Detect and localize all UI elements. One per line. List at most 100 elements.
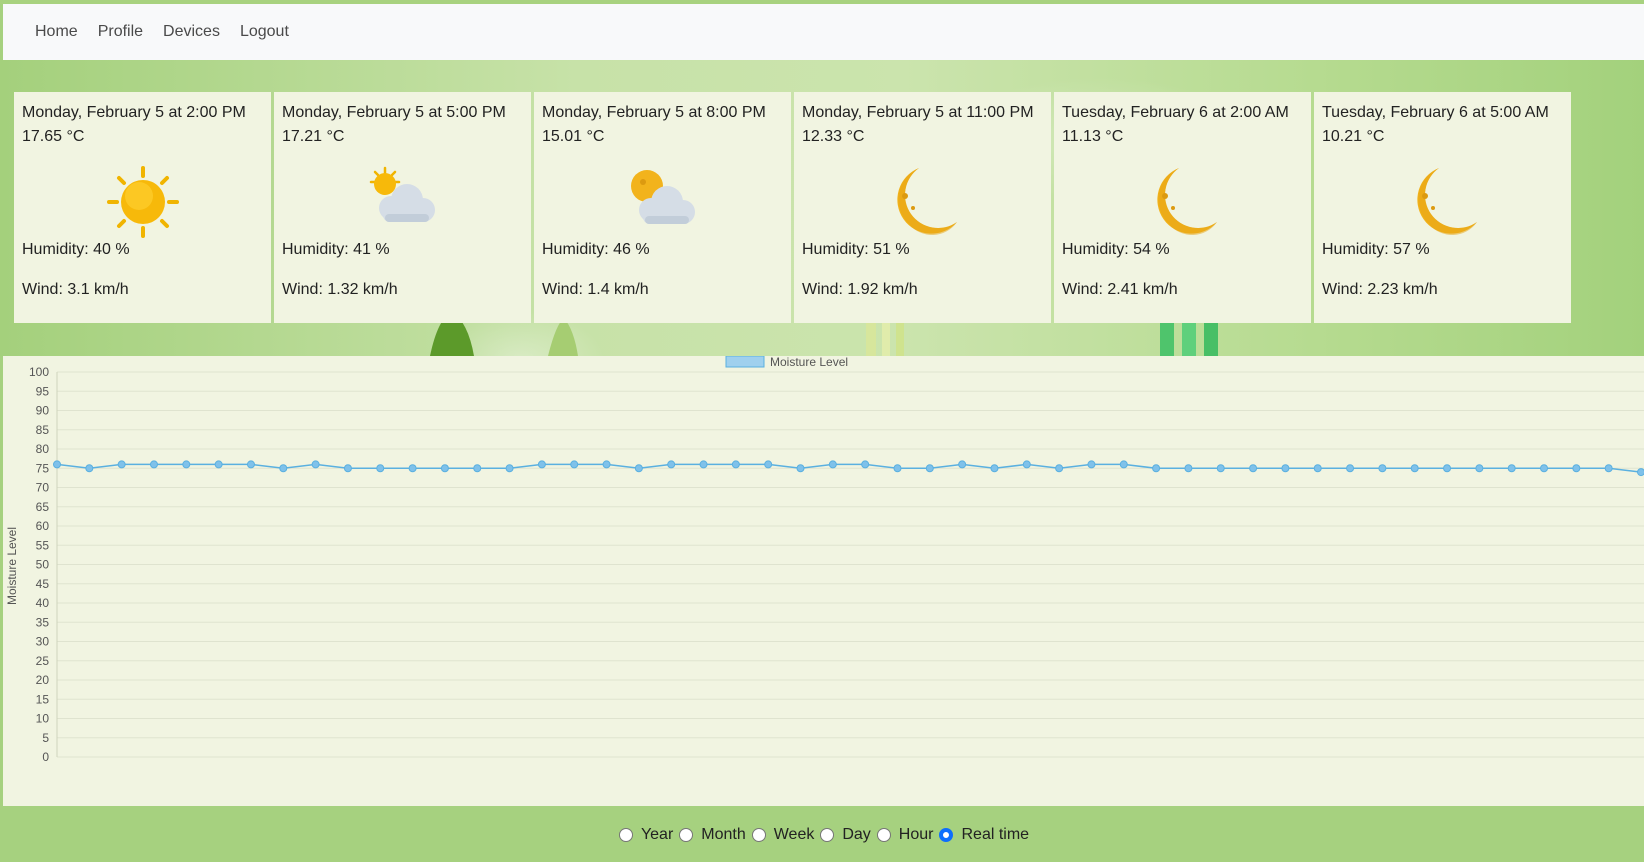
- y-tick-label: 25: [36, 654, 50, 668]
- range-year-option[interactable]: Year: [615, 826, 673, 844]
- data-point[interactable]: [1410, 464, 1419, 473]
- data-point[interactable]: [279, 464, 288, 473]
- data-point[interactable]: [408, 464, 417, 473]
- data-point[interactable]: [1507, 464, 1516, 473]
- data-point[interactable]: [53, 460, 61, 469]
- range-realtime-option[interactable]: Real time: [935, 826, 1029, 844]
- data-point[interactable]: [1022, 460, 1031, 469]
- radio-month[interactable]: [679, 828, 694, 842]
- forecast-temperature: 10.21 °C: [1322, 128, 1385, 145]
- data-point[interactable]: [1637, 468, 1644, 477]
- data-point[interactable]: [311, 460, 320, 469]
- data-point[interactable]: [1184, 464, 1193, 473]
- moon-behind-cloud-icon: [630, 170, 695, 224]
- data-point[interactable]: [893, 464, 902, 473]
- radio-week[interactable]: [751, 828, 766, 842]
- range-month-option[interactable]: Month: [675, 826, 746, 844]
- range-month-label: Month: [701, 826, 746, 843]
- navbar: Home Profile Devices Logout: [3, 4, 1644, 60]
- data-point[interactable]: [1443, 464, 1452, 473]
- forecast-card: Monday, February 5 at 2:00 PM 17.65 °C H…: [14, 92, 271, 323]
- range-week-option[interactable]: Week: [748, 826, 814, 844]
- data-point[interactable]: [1604, 464, 1613, 473]
- forecast-wind: Wind: 1.92 km/h: [802, 281, 918, 298]
- nav-logout-link[interactable]: Logout: [240, 23, 289, 41]
- y-tick-label: 10: [36, 712, 50, 726]
- legend-swatch: [725, 355, 765, 368]
- data-point[interactable]: [699, 460, 708, 469]
- forecast-humidity: Humidity: 46 %: [542, 241, 650, 258]
- forecast-humidity: Humidity: 41 %: [282, 241, 390, 258]
- radio-day[interactable]: [820, 828, 835, 842]
- data-point[interactable]: [1249, 464, 1258, 473]
- range-day-label: Day: [842, 826, 871, 843]
- y-tick-label: 30: [36, 635, 50, 649]
- data-point[interactable]: [182, 460, 191, 469]
- forecast-wind: Wind: 3.1 km/h: [22, 281, 129, 298]
- data-point[interactable]: [505, 464, 514, 473]
- data-point[interactable]: [1313, 464, 1322, 473]
- range-day-option[interactable]: Day: [816, 826, 871, 844]
- data-point[interactable]: [1540, 464, 1549, 473]
- data-point[interactable]: [925, 464, 934, 473]
- data-point[interactable]: [343, 464, 352, 473]
- forecast-wind: Wind: 1.4 km/h: [542, 281, 649, 298]
- data-point[interactable]: [828, 460, 837, 469]
- y-tick-label: 35: [36, 615, 50, 629]
- forecast-card: Monday, February 5 at 5:00 PM 17.21 °C H…: [274, 92, 531, 323]
- crescent-moon-icon: [1156, 168, 1217, 236]
- data-point[interactable]: [537, 460, 546, 469]
- y-tick-label: 45: [36, 577, 50, 591]
- data-point[interactable]: [117, 460, 126, 469]
- data-point[interactable]: [1378, 464, 1387, 473]
- y-tick-label: 65: [36, 500, 50, 514]
- nav-devices-link[interactable]: Devices: [163, 23, 220, 41]
- sun-behind-cloud-icon: [369, 166, 435, 222]
- data-point[interactable]: [764, 460, 773, 469]
- data-point[interactable]: [602, 460, 611, 469]
- range-hour-option[interactable]: Hour: [873, 826, 933, 844]
- data-point[interactable]: [1119, 460, 1128, 469]
- y-tick-label: 0: [42, 750, 49, 764]
- data-point[interactable]: [473, 464, 482, 473]
- data-point[interactable]: [570, 460, 579, 469]
- y-tick-label: 50: [36, 558, 50, 572]
- radio-year[interactable]: [618, 828, 633, 842]
- nav-profile-link[interactable]: Profile: [98, 23, 143, 41]
- data-point[interactable]: [214, 460, 223, 469]
- data-point[interactable]: [149, 460, 158, 469]
- data-point[interactable]: [861, 460, 870, 469]
- data-point[interactable]: [1152, 464, 1161, 473]
- data-point[interactable]: [1087, 460, 1096, 469]
- data-point[interactable]: [667, 460, 676, 469]
- data-point[interactable]: [1346, 464, 1355, 473]
- data-point[interactable]: [1055, 464, 1064, 473]
- data-point[interactable]: [634, 464, 643, 473]
- data-point[interactable]: [1572, 464, 1581, 473]
- data-point[interactable]: [731, 460, 740, 469]
- range-realtime-label: Real time: [961, 826, 1030, 843]
- forecast-humidity: Humidity: 40 %: [22, 241, 130, 258]
- forecast-temperature: 12.33 °C: [802, 128, 865, 145]
- data-point[interactable]: [990, 464, 999, 473]
- data-point[interactable]: [440, 464, 449, 473]
- data-point[interactable]: [1216, 464, 1225, 473]
- forecast-datetime: Monday, February 5 at 2:00 PM: [22, 104, 246, 121]
- radio-hour[interactable]: [876, 828, 891, 842]
- y-tick-label: 85: [36, 423, 50, 437]
- range-selector: Year Month Week Day Hour Real time: [0, 826, 1644, 844]
- forecast-temperature: 17.21 °C: [282, 128, 345, 145]
- y-tick-label: 90: [36, 404, 50, 418]
- y-tick-label: 55: [36, 538, 50, 552]
- data-point[interactable]: [246, 460, 255, 469]
- data-point[interactable]: [1281, 464, 1290, 473]
- nav-home-link[interactable]: Home: [35, 23, 78, 41]
- data-point[interactable]: [85, 464, 94, 473]
- range-year-label: Year: [640, 826, 674, 843]
- data-point[interactable]: [1475, 464, 1484, 473]
- forecast-temperature: 11.13 °C: [1062, 128, 1124, 145]
- radio-realtime[interactable]: [939, 828, 954, 842]
- data-point[interactable]: [958, 460, 967, 469]
- data-point[interactable]: [376, 464, 385, 473]
- data-point[interactable]: [796, 464, 805, 473]
